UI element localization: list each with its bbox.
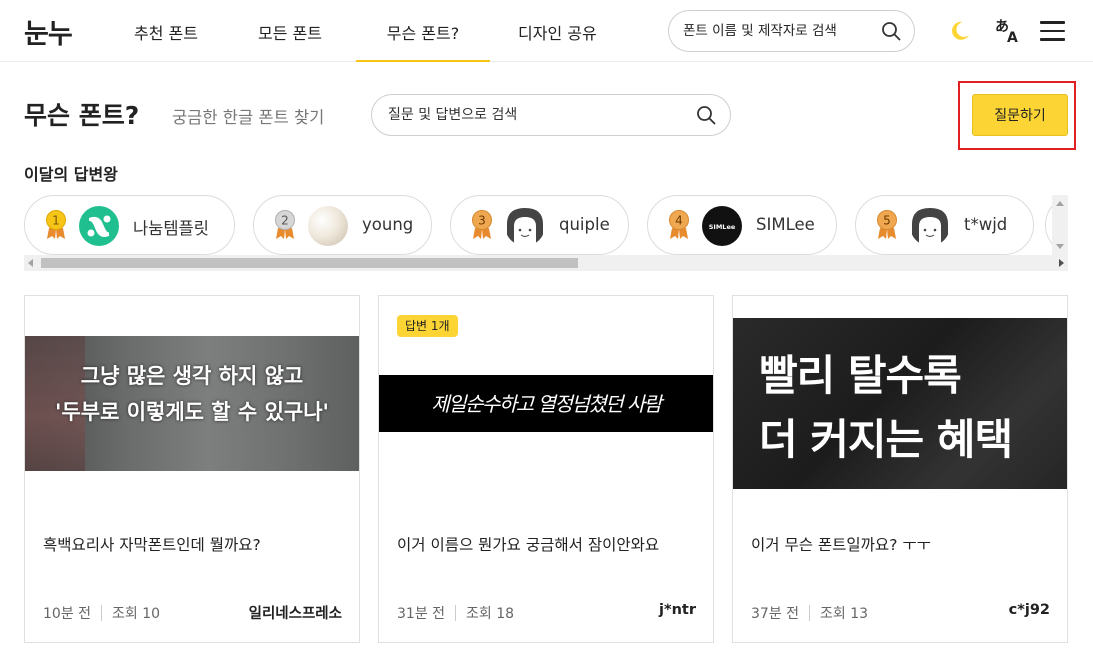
answer-king-item[interactable]: 3 quiple [450,195,629,255]
question-meta: 37분 전 조회 13 [751,603,868,623]
font-search-box [668,10,915,52]
view-count: 조회 13 [820,606,869,622]
question-card[interactable]: 그냥 많은 생각 하지 않고 '두부로 이렇게도 할 수 있구나' 흑백요리사 … [24,295,360,643]
simlee-logo-icon: SIMLee [709,223,736,231]
question-author[interactable]: c*j92 [1009,602,1050,618]
font-search-input[interactable] [683,21,873,41]
medal-icon: 2 [275,210,295,239]
posted-time: 37분 전 [751,606,800,622]
medal-icon: 5 [877,210,897,239]
site-logo[interactable]: 눈누 [24,12,73,51]
medal-icon: 4 [669,210,689,239]
question-thumbnail[interactable]: 그냥 많은 생각 하지 않고 '두부로 이렇게도 할 수 있구나' [25,336,359,471]
question-search-box [371,94,731,136]
top-header: 눈누 추천 폰트 모든 폰트 무슨 폰트? 디자인 공유 あ A [0,0,1093,62]
question-title[interactable]: 흑백요리사 자막폰트인데 뭘까요? [43,532,343,558]
answer-king-item[interactable]: 1 나눔템플릿 [24,195,235,255]
question-title[interactable]: 이거 이름으 뭔가요 궁금해서 잠이안와요 [397,532,697,558]
menu-icon[interactable] [1040,21,1065,41]
scroll-left-icon[interactable] [28,259,33,267]
medal-rank: 1 [52,214,60,228]
question-thumbnail[interactable]: 빨리 탈수록 더 커지는 혜택 [733,318,1067,489]
thumbnail-text: 더 커지는 혜택 [759,415,1013,464]
question-thumbnail[interactable]: 제일순수하고 열정넘쳤던 사람 [379,375,713,432]
view-count: 조회 18 [466,606,515,622]
default-avatar-icon [507,208,543,246]
vertical-scrollbar[interactable] [1052,195,1068,255]
question-title[interactable]: 이거 무슨 폰트일까요? ㅜㅜ [751,532,1051,558]
answer-king-name: quiple [559,215,610,234]
search-icon[interactable] [696,105,716,125]
horizontal-scrollbar[interactable] [24,255,1068,271]
svg-text:A: A [1007,30,1018,44]
scroll-down-icon[interactable] [1056,244,1064,249]
avatar [308,206,348,246]
answer-king-item[interactable]: 4 SIMLee SIMLee [647,195,837,255]
avatar: SIMLee [702,206,742,246]
nav-recommended-fonts[interactable]: 추천 폰트 [134,20,198,62]
ask-question-button[interactable]: 질문하기 [972,94,1068,136]
question-meta: 10분 전 조회 10 [43,603,160,623]
default-avatar-icon [912,208,948,246]
medal-rank: 5 [883,214,891,228]
avatar [910,206,950,246]
thumbnail-text: 제일순수하고 열정넘쳤던 사람 [431,392,662,416]
medal-rank: 4 [675,214,683,228]
question-author[interactable]: j*ntr [659,602,696,618]
answer-king-name: SIMLee [756,215,815,234]
question-card[interactable]: 답변 1개 제일순수하고 열정넘쳤던 사람 이거 이름으 뭔가요 궁금해서 잠이… [378,295,714,643]
question-meta: 31분 전 조회 18 [397,603,514,623]
question-author[interactable]: 일리네스프레소 [249,602,342,623]
translate-icon[interactable]: あ A [994,16,1022,44]
medal-rank: 3 [478,214,486,228]
scroll-up-icon[interactable] [1056,201,1064,206]
question-card[interactable]: 빨리 탈수록 더 커지는 혜택 이거 무슨 폰트일까요? ㅜㅜ 37분 전 조회 … [732,295,1068,643]
thumbnail-text: 그냥 많은 생각 하지 않고 [80,364,304,388]
scroll-right-icon[interactable] [1059,259,1064,267]
scrollbar-thumb[interactable] [41,258,578,268]
nav-all-fonts[interactable]: 모든 폰트 [258,20,322,62]
answer-king-name: young [362,215,414,234]
avatar [79,206,119,246]
medal-icon: 1 [46,210,66,239]
posted-time: 10분 전 [43,606,92,622]
page-subtitle: 궁금한 한글 폰트 찾기 [172,108,325,127]
answer-kings-list: 1 나눔템플릿 2 young 3 quiple 4 SIMLee SIMLee… [24,195,1068,255]
answer-king-item[interactable]: 5 t*wjd [855,195,1034,255]
answer-king-name: t*wjd [964,215,1008,234]
thumbnail-text: '두부로 이렇게도 할 수 있구나' [55,400,329,424]
medal-icon: 3 [472,210,492,239]
nav-design-share[interactable]: 디자인 공유 [518,20,597,62]
answer-king-item[interactable]: 2 young [253,195,432,255]
nanum-logo-icon [87,215,111,237]
answer-count-badge: 답변 1개 [397,315,458,337]
medal-rank: 2 [281,214,289,228]
page-title: 무슨 폰트? [24,101,140,130]
answer-king-name: 나눔템플릿 [133,219,209,238]
question-search-input[interactable] [388,105,688,125]
moon-icon[interactable] [949,20,971,42]
posted-time: 31분 전 [397,606,446,622]
view-count: 조회 10 [112,606,161,622]
search-icon[interactable] [881,21,901,41]
answer-kings-title: 이달의 답변왕 [24,165,118,184]
thumbnail-text: 빨리 탈수록 [759,351,962,400]
avatar-logo-text: SIMLee [709,223,736,231]
avatar [505,206,545,246]
nav-what-font[interactable]: 무슨 폰트? [356,20,490,62]
